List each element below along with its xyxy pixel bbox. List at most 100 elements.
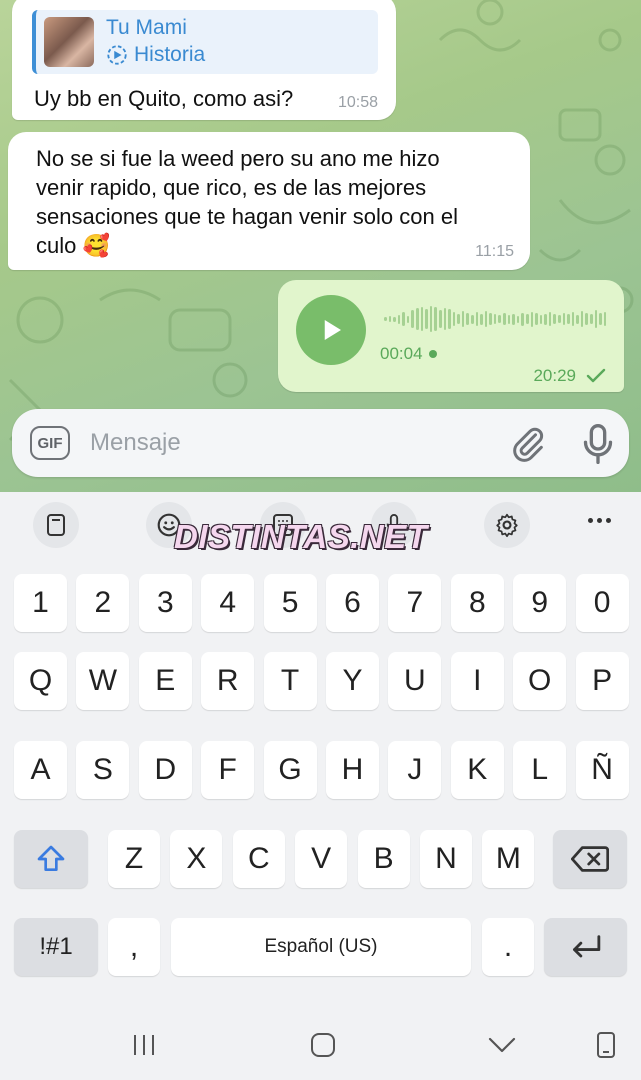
waveform-bar bbox=[580, 311, 584, 327]
shift-key[interactable] bbox=[14, 830, 88, 888]
key[interactable]: 4 bbox=[201, 574, 255, 632]
key[interactable]: 7 bbox=[388, 574, 442, 632]
mic-button[interactable] bbox=[578, 422, 618, 466]
key[interactable]: E bbox=[138, 652, 192, 710]
back-button[interactable] bbox=[486, 1030, 518, 1060]
story-icon bbox=[107, 45, 127, 65]
key[interactable]: Q bbox=[14, 652, 67, 710]
gif-button[interactable]: GIF bbox=[30, 426, 70, 460]
recent-apps-button[interactable] bbox=[128, 1030, 160, 1060]
check-icon bbox=[586, 368, 606, 383]
waveform-bar bbox=[489, 313, 492, 325]
reply-preview[interactable]: Tu Mami Historia bbox=[32, 10, 378, 74]
message-time: 20:29 bbox=[533, 366, 576, 385]
play-button[interactable] bbox=[296, 295, 366, 365]
waveform-bar bbox=[530, 311, 534, 327]
key[interactable]: Y bbox=[326, 652, 379, 710]
clipboard-button[interactable] bbox=[33, 502, 79, 548]
waveform-bar bbox=[443, 308, 447, 330]
waveform-bar bbox=[461, 311, 465, 327]
reply-type-label: Historia bbox=[134, 43, 206, 66]
paperclip-icon bbox=[513, 427, 544, 462]
enter-key[interactable] bbox=[544, 918, 627, 976]
waveform-bar bbox=[411, 310, 415, 328]
key[interactable]: N bbox=[420, 830, 472, 888]
waveform-bar bbox=[470, 314, 474, 324]
key[interactable]: Ñ bbox=[575, 741, 629, 799]
key[interactable]: 1 bbox=[14, 574, 67, 632]
symbols-key[interactable]: !#1 bbox=[14, 918, 98, 976]
key[interactable]: K bbox=[450, 741, 504, 799]
key[interactable]: M bbox=[482, 830, 535, 888]
clipboard-icon bbox=[47, 514, 65, 536]
key[interactable]: H bbox=[326, 741, 379, 799]
incoming-message-bubble[interactable]: No se si fue la weed pero su ano me hizo… bbox=[8, 132, 530, 270]
key[interactable]: 0 bbox=[575, 574, 629, 632]
waveform-bar bbox=[599, 313, 602, 325]
waveform-bar bbox=[457, 314, 460, 324]
key[interactable]: F bbox=[201, 741, 255, 799]
key[interactable]: R bbox=[201, 652, 255, 710]
incoming-message-bubble[interactable]: Tu Mami Historia Uy bb en Quito, como as… bbox=[12, 0, 396, 120]
waveform-bar bbox=[585, 313, 589, 325]
space-key[interactable]: Español (US) bbox=[171, 918, 471, 976]
recent-apps-icon bbox=[134, 1035, 154, 1055]
key[interactable]: C bbox=[232, 830, 285, 888]
key[interactable]: L bbox=[513, 741, 567, 799]
key[interactable]: U bbox=[388, 652, 442, 710]
waveform-bar bbox=[571, 312, 575, 326]
comma-key[interactable]: , bbox=[108, 918, 160, 976]
message-line: sensaciones que te hagan venir solo con … bbox=[36, 204, 458, 229]
backspace-key[interactable] bbox=[553, 830, 627, 888]
key[interactable]: P bbox=[575, 652, 629, 710]
key[interactable]: T bbox=[263, 652, 317, 710]
keyboard-toolbar: DISTINTAS.NET bbox=[0, 492, 641, 558]
shift-icon bbox=[37, 845, 65, 871]
key[interactable]: 5 bbox=[263, 574, 317, 632]
microphone-icon bbox=[583, 424, 613, 464]
message-time: 10:58 bbox=[337, 94, 378, 111]
key[interactable]: 9 bbox=[513, 574, 567, 632]
key[interactable]: B bbox=[357, 830, 410, 888]
key[interactable]: G bbox=[263, 741, 317, 799]
message-input[interactable] bbox=[90, 425, 490, 461]
voice-waveform[interactable] bbox=[384, 306, 607, 332]
outgoing-voice-message[interactable]: 00:04 20:29 bbox=[278, 280, 624, 392]
key[interactable]: D bbox=[138, 741, 192, 799]
waveform-bar bbox=[425, 309, 428, 329]
key[interactable]: V bbox=[295, 830, 348, 888]
navigation-bar bbox=[0, 1006, 641, 1080]
key[interactable]: J bbox=[388, 741, 442, 799]
waveform-bar bbox=[512, 313, 515, 325]
settings-button[interactable] bbox=[484, 502, 530, 548]
waveform-bar bbox=[521, 312, 524, 326]
waveform-bar bbox=[576, 314, 579, 324]
key[interactable]: O bbox=[513, 652, 567, 710]
more-icon[interactable] bbox=[588, 518, 611, 523]
waveform-bar bbox=[429, 306, 433, 332]
key[interactable]: A bbox=[14, 741, 67, 799]
waveform-bar bbox=[590, 314, 593, 324]
waveform-bar bbox=[448, 309, 451, 329]
keyboard-switch-button[interactable] bbox=[590, 1030, 622, 1060]
key[interactable]: I bbox=[450, 652, 504, 710]
waveform-bar bbox=[416, 308, 419, 330]
key[interactable]: X bbox=[170, 830, 223, 888]
key[interactable]: W bbox=[76, 652, 130, 710]
key[interactable]: S bbox=[76, 741, 130, 799]
attach-button[interactable] bbox=[508, 424, 548, 464]
waveform-bar bbox=[384, 317, 387, 321]
back-icon bbox=[488, 1037, 516, 1053]
waveform-bar bbox=[388, 316, 392, 322]
waveform-bar bbox=[498, 315, 502, 323]
waveform-bar bbox=[507, 314, 511, 324]
key[interactable]: 6 bbox=[326, 574, 379, 632]
waveform-bar bbox=[516, 315, 520, 323]
key[interactable]: 2 bbox=[76, 574, 130, 632]
message-composer: GIF bbox=[12, 409, 629, 477]
key[interactable]: 3 bbox=[138, 574, 192, 632]
key[interactable]: Z bbox=[108, 830, 160, 888]
key[interactable]: 8 bbox=[450, 574, 504, 632]
home-button[interactable] bbox=[307, 1030, 339, 1060]
period-key[interactable]: . bbox=[482, 918, 534, 976]
